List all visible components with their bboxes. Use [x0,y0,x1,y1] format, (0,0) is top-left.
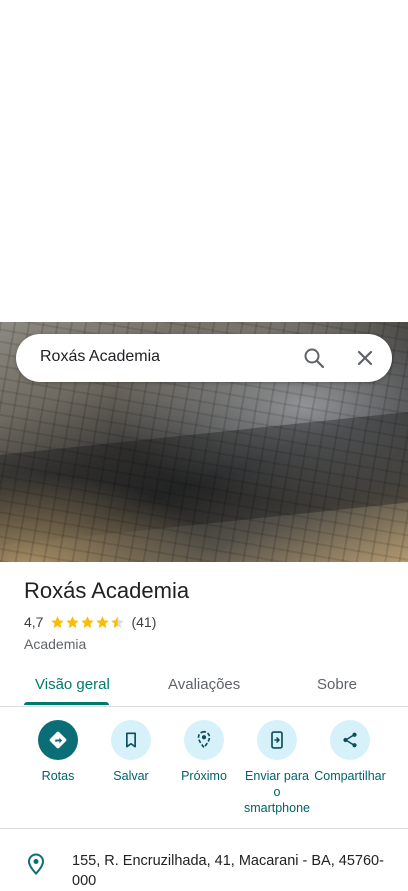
save-button[interactable]: Salvar [91,720,171,784]
rating-stars [50,615,125,630]
map-area [0,0,408,322]
search-icon[interactable] [302,346,326,370]
send-to-phone-icon [271,731,283,749]
tab-overview[interactable]: Visão geral [35,676,110,693]
tab-bar: Visão geral Avaliações Sobre [0,662,408,707]
star-icon [51,615,65,628]
rating-value: 4,7 [24,614,44,630]
tab-reviews[interactable]: Avaliações [168,676,240,693]
send-to-phone-label: Enviar para o smartphone [243,769,310,815]
rating-row[interactable]: 4,7 (41) [24,614,156,630]
star-half-icon [111,615,125,628]
star-icon [96,615,110,628]
review-count: (41) [131,614,157,630]
tab-indicator [24,702,109,705]
send-to-phone-button[interactable]: Enviar para o smartphone [237,720,317,816]
nearby-icon [197,730,211,749]
place-title: Roxás Academia [24,578,190,603]
directions-icon [49,731,67,749]
nearby-label: Próximo [181,769,227,783]
directions-label: Rotas [41,769,75,783]
search-input[interactable]: Roxás Academia [40,348,160,366]
bookmark-icon [126,732,136,748]
tab-about[interactable]: Sobre [317,676,357,693]
star-icon [66,615,80,628]
close-icon[interactable] [353,346,377,370]
share-label: Compartilhar [314,769,386,783]
star-icon [81,615,95,628]
location-pin-icon [27,853,45,875]
place-category: Academia [24,636,87,652]
save-label: Salvar [113,769,149,783]
nearby-button[interactable]: Próximo [164,720,244,784]
action-row: Rotas Salvar Próximo Enviar para o smart… [0,720,408,820]
directions-button[interactable]: Rotas [18,720,98,784]
share-icon [343,732,357,748]
place-address[interactable]: 155, R. Encruzilhada, 41, Macarani - BA,… [72,851,392,891]
divider [0,828,408,829]
search-bar[interactable]: Roxás Academia [16,334,392,382]
share-button[interactable]: Compartilhar [310,720,390,784]
